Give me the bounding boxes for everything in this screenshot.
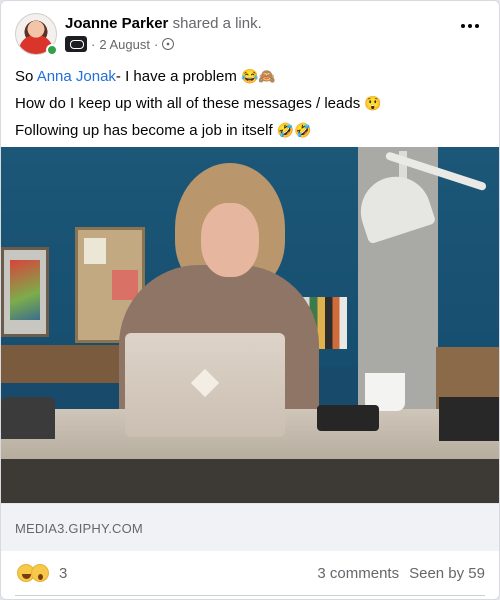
audience-globe-icon[interactable] — [162, 38, 175, 50]
post-line: How do I keep up with all of these messa… — [15, 90, 485, 117]
meta-separator: · — [91, 36, 96, 52]
online-status-icon — [46, 44, 58, 56]
reaction-count: 3 — [59, 564, 68, 582]
link-domain: MEDIA3.GIPHY.COM — [15, 521, 143, 536]
image-desk-front — [1, 459, 499, 503]
emoji: 😂🙈 — [241, 68, 276, 84]
post-line-text: - I have a problem — [115, 68, 237, 85]
image-phone — [317, 405, 379, 431]
wow-icon — [31, 564, 49, 582]
image-tape-dispenser — [1, 397, 55, 439]
emoji: 🤣🤣 — [276, 122, 312, 138]
more-options-icon[interactable] — [459, 21, 481, 31]
shared-gif-image[interactable] — [1, 147, 499, 503]
post-date[interactable]: 2 August — [99, 37, 150, 52]
post-line-text: Following up has become a job in itself — [15, 122, 273, 139]
image-tray — [439, 397, 499, 441]
reactions-summary[interactable]: 3 — [17, 564, 67, 582]
post-line-text: So — [15, 68, 37, 85]
post-footer: 3 3 comments Seen by 59 — [1, 557, 499, 591]
post-line: So Anna Jonak- I have a problem 😂🙈 — [15, 63, 485, 90]
image-laptop — [125, 333, 285, 437]
mention-link[interactable]: Anna Jonak — [37, 68, 116, 85]
footer-divider — [15, 595, 485, 596]
post-meta: · 2 August · — [65, 35, 175, 53]
comments-count[interactable]: 3 comments — [317, 565, 399, 582]
post-card: Joanne Parker shared a link. · 2 August … — [0, 0, 500, 600]
post-text: So Anna Jonak- I have a problem 😂🙈 How d… — [15, 63, 485, 144]
image-person-face — [201, 203, 259, 277]
post-header: Joanne Parker shared a link. · 2 August … — [15, 13, 485, 59]
messenger-icon — [65, 36, 87, 52]
post-action: shared a link. — [172, 15, 262, 32]
meta-separator: · — [153, 36, 159, 52]
link-preview-caption[interactable]: MEDIA3.GIPHY.COM — [1, 503, 499, 551]
author-line: Joanne Parker shared a link. — [65, 15, 262, 32]
emoji: 😲 — [364, 95, 382, 111]
seen-by-count[interactable]: Seen by 59 — [409, 565, 485, 582]
image-artwork — [1, 247, 49, 337]
author-name[interactable]: Joanne Parker — [65, 15, 168, 32]
post-line-text: How do I keep up with all of these messa… — [15, 95, 361, 112]
reaction-icons — [17, 564, 49, 582]
post-line: Following up has become a job in itself … — [15, 117, 485, 144]
post-stats: 3 comments Seen by 59 — [317, 565, 485, 582]
